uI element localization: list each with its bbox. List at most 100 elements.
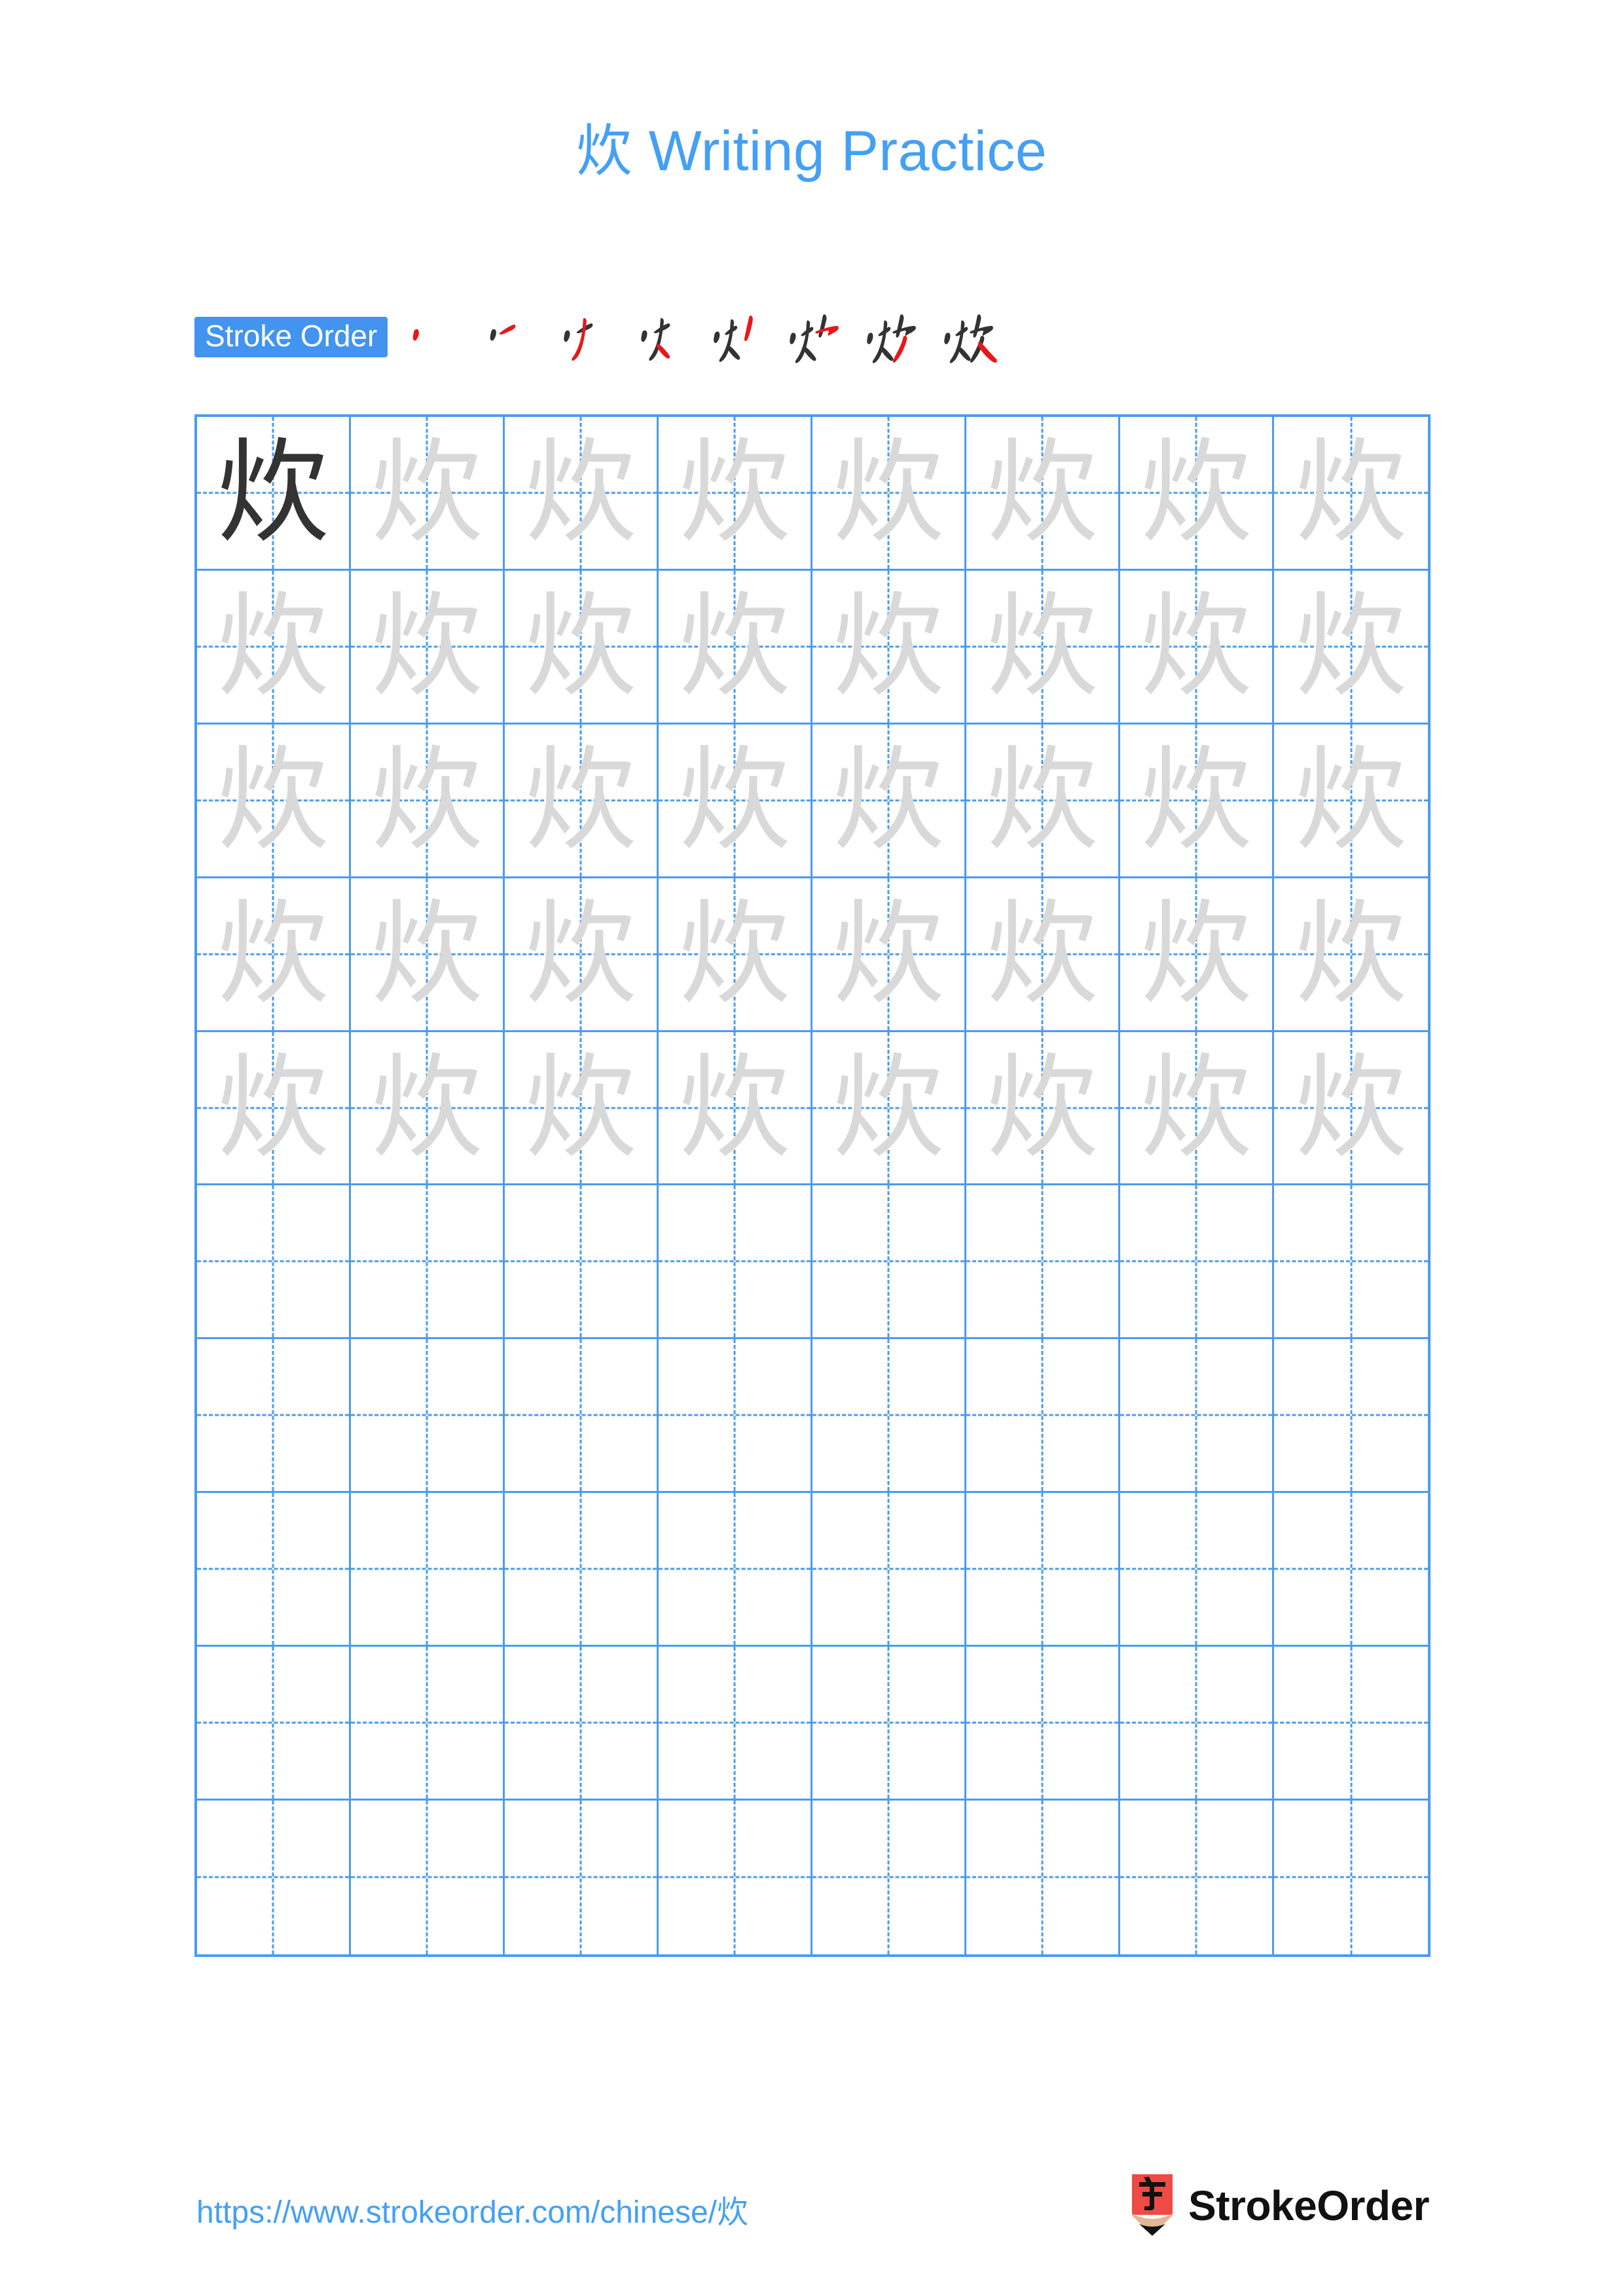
grid-cell[interactable] xyxy=(1274,1493,1428,1645)
grid-cell[interactable]: 炊 xyxy=(966,724,1120,876)
grid-cell[interactable] xyxy=(1120,1185,1274,1338)
grid-cell[interactable] xyxy=(505,1339,659,1492)
grid-cell[interactable] xyxy=(1274,1339,1428,1492)
grid-cell[interactable] xyxy=(812,1493,966,1645)
grid-cell[interactable]: 炊 xyxy=(1120,417,1274,569)
grid-cell[interactable]: 炊 xyxy=(505,570,659,723)
grid-cell[interactable] xyxy=(659,1647,812,1799)
horizontal-guide-line xyxy=(197,1721,349,1724)
grid-cell[interactable]: 炊 xyxy=(1274,878,1428,1030)
grid-cell[interactable] xyxy=(1274,1801,1428,1954)
grid-cell[interactable]: 炊 xyxy=(659,1031,812,1184)
trace-character: 炊 xyxy=(217,580,329,712)
grid-cell[interactable] xyxy=(197,1185,351,1338)
grid-cell[interactable] xyxy=(1274,1647,1428,1799)
grid-cell[interactable] xyxy=(505,1185,659,1338)
grid-cell[interactable]: 炊 xyxy=(505,417,659,569)
grid-cell[interactable] xyxy=(197,1339,351,1492)
grid-cell[interactable]: 炊 xyxy=(351,878,505,1030)
horizontal-guide-line xyxy=(351,1876,503,1878)
grid-cell[interactable]: 炊 xyxy=(659,724,812,876)
source-url-link[interactable]: https://www.strokeorder.com/chinese/炊 xyxy=(196,2186,748,2232)
trace-character: 炊 xyxy=(1140,580,1252,712)
grid-row: 炊炊炊炊炊炊炊炊 xyxy=(197,878,1428,1032)
horizontal-guide-line xyxy=(966,1260,1118,1263)
grid-cell[interactable] xyxy=(505,1647,659,1799)
grid-cell[interactable]: 炊 xyxy=(351,570,505,723)
grid-cell[interactable]: 炊 xyxy=(197,1031,351,1184)
grid-cell[interactable] xyxy=(351,1801,505,1954)
grid-cell[interactable] xyxy=(351,1493,505,1645)
grid-cell[interactable] xyxy=(966,1339,1120,1492)
trace-character: 炊 xyxy=(832,1041,945,1174)
grid-cell[interactable]: 炊 xyxy=(812,1031,966,1184)
grid-cell[interactable] xyxy=(1120,1647,1274,1799)
grid-cell[interactable] xyxy=(1274,1185,1428,1338)
grid-cell[interactable] xyxy=(966,1185,1120,1338)
grid-cell[interactable]: 炊 xyxy=(1274,1031,1428,1184)
grid-cell[interactable]: 炊 xyxy=(197,417,351,569)
grid-cell[interactable]: 炊 xyxy=(505,878,659,1030)
grid-cell[interactable]: 炊 xyxy=(659,570,812,723)
grid-cell[interactable] xyxy=(351,1339,505,1492)
grid-cell[interactable] xyxy=(197,1493,351,1645)
grid-cell[interactable]: 炊 xyxy=(1120,1031,1274,1184)
grid-cell[interactable] xyxy=(1120,1339,1274,1492)
trace-character: 炊 xyxy=(371,888,483,1020)
grid-cell[interactable]: 炊 xyxy=(197,724,351,876)
grid-cell[interactable]: 炊 xyxy=(505,724,659,876)
grid-cell[interactable]: 炊 xyxy=(351,724,505,876)
trace-character: 炊 xyxy=(986,580,1099,712)
grid-row xyxy=(197,1339,1428,1494)
horizontal-guide-line xyxy=(659,1414,811,1416)
grid-cell[interactable]: 炊 xyxy=(966,878,1120,1030)
grid-cell[interactable] xyxy=(197,1801,351,1954)
grid-cell[interactable] xyxy=(1120,1801,1274,1954)
grid-cell[interactable] xyxy=(505,1801,659,1954)
grid-cell[interactable] xyxy=(966,1801,1120,1954)
grid-cell[interactable]: 炊 xyxy=(812,724,966,876)
grid-cell[interactable] xyxy=(812,1339,966,1492)
grid-cell[interactable]: 炊 xyxy=(812,417,966,569)
grid-cell[interactable]: 炊 xyxy=(966,1031,1120,1184)
grid-cell[interactable]: 炊 xyxy=(1120,570,1274,723)
grid-cell[interactable]: 炊 xyxy=(812,878,966,1030)
grid-cell[interactable]: 炊 xyxy=(1274,724,1428,876)
grid-cell[interactable]: 炊 xyxy=(1274,417,1428,569)
grid-cell[interactable]: 炊 xyxy=(351,417,505,569)
horizontal-guide-line xyxy=(1274,1414,1428,1416)
horizontal-guide-line xyxy=(197,1414,349,1416)
trace-character: 炊 xyxy=(524,426,637,558)
grid-cell[interactable] xyxy=(966,1647,1120,1799)
grid-cell[interactable] xyxy=(659,1493,812,1645)
grid-cell[interactable]: 炊 xyxy=(197,570,351,723)
grid-cell[interactable]: 炊 xyxy=(1274,570,1428,723)
grid-cell[interactable] xyxy=(812,1647,966,1799)
grid-cell[interactable]: 炊 xyxy=(1120,878,1274,1030)
grid-cell[interactable]: 炊 xyxy=(351,1031,505,1184)
grid-cell[interactable] xyxy=(659,1185,812,1338)
grid-cell[interactable] xyxy=(812,1801,966,1954)
grid-cell[interactable]: 炊 xyxy=(966,570,1120,723)
grid-cell[interactable]: 炊 xyxy=(966,417,1120,569)
grid-cell[interactable] xyxy=(659,1801,812,1954)
grid-cell[interactable] xyxy=(197,1647,351,1799)
grid-cell[interactable]: 炊 xyxy=(812,570,966,723)
grid-cell[interactable] xyxy=(505,1493,659,1645)
grid-cell[interactable] xyxy=(1120,1493,1274,1645)
grid-cell[interactable]: 炊 xyxy=(1120,724,1274,876)
stroke-step-2 xyxy=(469,308,546,367)
grid-cell[interactable] xyxy=(351,1185,505,1338)
grid-cell[interactable] xyxy=(812,1185,966,1338)
grid-cell[interactable] xyxy=(351,1647,505,1799)
horizontal-guide-line xyxy=(659,1721,811,1724)
grid-cell[interactable]: 炊 xyxy=(659,878,812,1030)
grid-cell[interactable]: 炊 xyxy=(505,1031,659,1184)
horizontal-guide-line xyxy=(966,1414,1118,1416)
grid-cell[interactable] xyxy=(659,1339,812,1492)
grid-cell[interactable]: 炊 xyxy=(659,417,812,569)
grid-cell[interactable]: 炊 xyxy=(197,878,351,1030)
grid-cell[interactable] xyxy=(966,1493,1120,1645)
trace-character: 炊 xyxy=(1294,580,1408,712)
grid-row xyxy=(197,1493,1428,1647)
